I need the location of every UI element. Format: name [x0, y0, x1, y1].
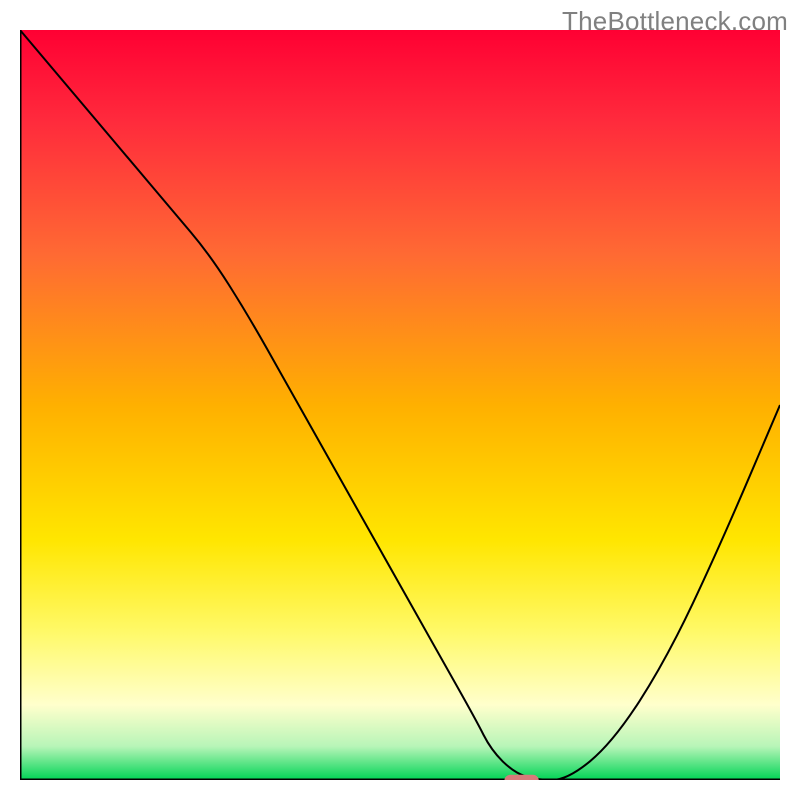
chart-stage: TheBottleneck.com	[0, 0, 800, 800]
bottleneck-plot	[20, 30, 780, 780]
gradient-panel	[20, 30, 780, 780]
plot-svg	[20, 30, 780, 780]
optimal-point-marker	[505, 775, 539, 780]
